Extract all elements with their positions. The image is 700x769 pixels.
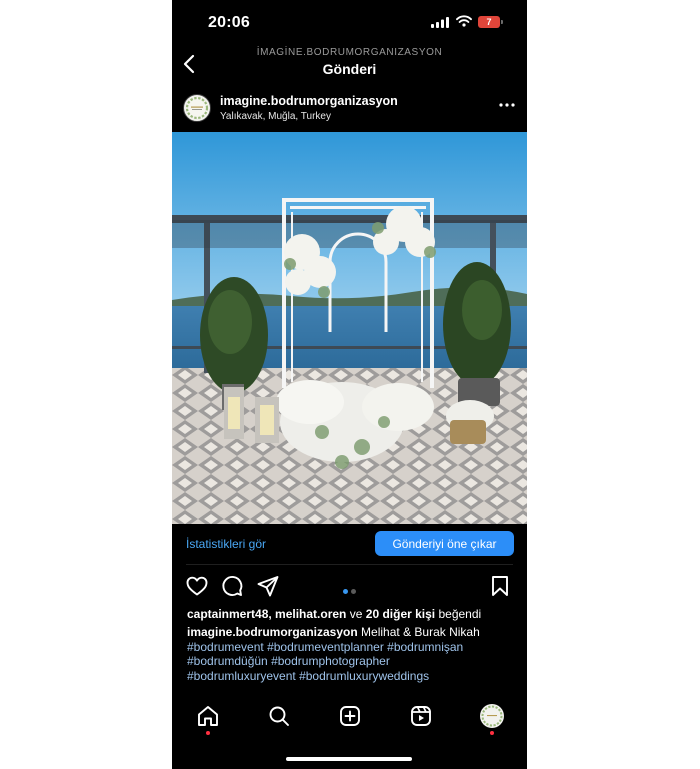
likes-others[interactable]: 20 diğer kişi xyxy=(366,607,435,621)
post-caption: imagine.bodrumorganizasyon Melihat & Bur… xyxy=(187,625,517,683)
insights-bar: İstatistikleri gör Gönderiyi öne çıkar xyxy=(172,524,527,564)
bottom-tab-bar xyxy=(172,694,527,769)
likes-connector: ve xyxy=(349,607,363,621)
promote-post-button[interactable]: Gönderiyi öne çıkar xyxy=(375,531,514,556)
page-title: Gönderi xyxy=(322,61,377,77)
post-username[interactable]: imagine.bodrumorganizasyon xyxy=(220,94,398,108)
notification-dot xyxy=(490,731,494,735)
home-indicator xyxy=(286,757,412,761)
carousel-indicator xyxy=(343,581,359,599)
search-icon[interactable] xyxy=(267,704,291,728)
hashtag[interactable]: #bodrumphotographer xyxy=(271,654,390,668)
hashtag[interactable]: #bodrumnişan xyxy=(387,640,463,654)
cellular-signal-icon xyxy=(431,17,449,28)
likes-line[interactable]: captainmert48, melihat.oren ve 20 diğer … xyxy=(187,607,481,621)
battery-indicator: 7 xyxy=(478,16,503,28)
home-icon[interactable] xyxy=(196,704,220,728)
caption-username[interactable]: imagine.bodrumorganizasyon xyxy=(187,625,358,639)
hashtag[interactable]: #bodrumeventplanner xyxy=(267,640,384,654)
ellipsis-icon[interactable] xyxy=(498,98,516,112)
profile-avatar[interactable] xyxy=(480,704,504,728)
wifi-icon xyxy=(456,15,472,27)
notification-dot xyxy=(206,731,210,735)
liked-by-users[interactable]: captainmert48, melihat.oren xyxy=(187,607,346,621)
hashtag[interactable]: #bodrumevent xyxy=(187,640,264,654)
share-icon[interactable] xyxy=(256,574,280,598)
likes-suffix: beğendi xyxy=(438,607,482,621)
hashtag[interactable]: #bodrumluxuryweddings xyxy=(299,669,429,683)
status-time: 20:06 xyxy=(208,14,250,31)
heart-icon[interactable] xyxy=(185,574,209,598)
caption-text: Melihat & Burak Nikah xyxy=(361,625,480,639)
bookmark-icon[interactable] xyxy=(488,574,512,598)
hashtag[interactable]: #bodrumluxuryevent xyxy=(187,669,296,683)
create-icon[interactable] xyxy=(338,704,362,728)
reels-icon[interactable] xyxy=(409,704,433,728)
post-location[interactable]: Yalıkavak, Muğla, Turkey xyxy=(220,111,331,122)
post-header: imagine.bodrumorganizasyon Yalıkavak, Mu… xyxy=(172,88,527,132)
avatar[interactable] xyxy=(183,94,211,122)
post-photo[interactable] xyxy=(172,132,527,524)
carousel-dot-active xyxy=(343,589,348,594)
nav-account-name: İMAGİNE.BODRUMORGANIZASYON xyxy=(256,47,443,58)
divider xyxy=(186,564,513,565)
hashtag[interactable]: #bodrumdüğün xyxy=(187,654,268,668)
post-nav-header: İMAGİNE.BODRUMORGANIZASYON Gönderi xyxy=(172,44,527,84)
carousel-dot xyxy=(351,589,356,594)
instagram-post-screen: 20:06 7 İMAGİNE.BODRUMORGANIZASYON Gönde… xyxy=(172,0,527,769)
view-insights-link[interactable]: İstatistikleri gör xyxy=(186,537,266,551)
post-actions xyxy=(172,572,527,600)
comment-icon[interactable] xyxy=(220,574,244,598)
status-bar: 20:06 7 xyxy=(172,0,527,44)
